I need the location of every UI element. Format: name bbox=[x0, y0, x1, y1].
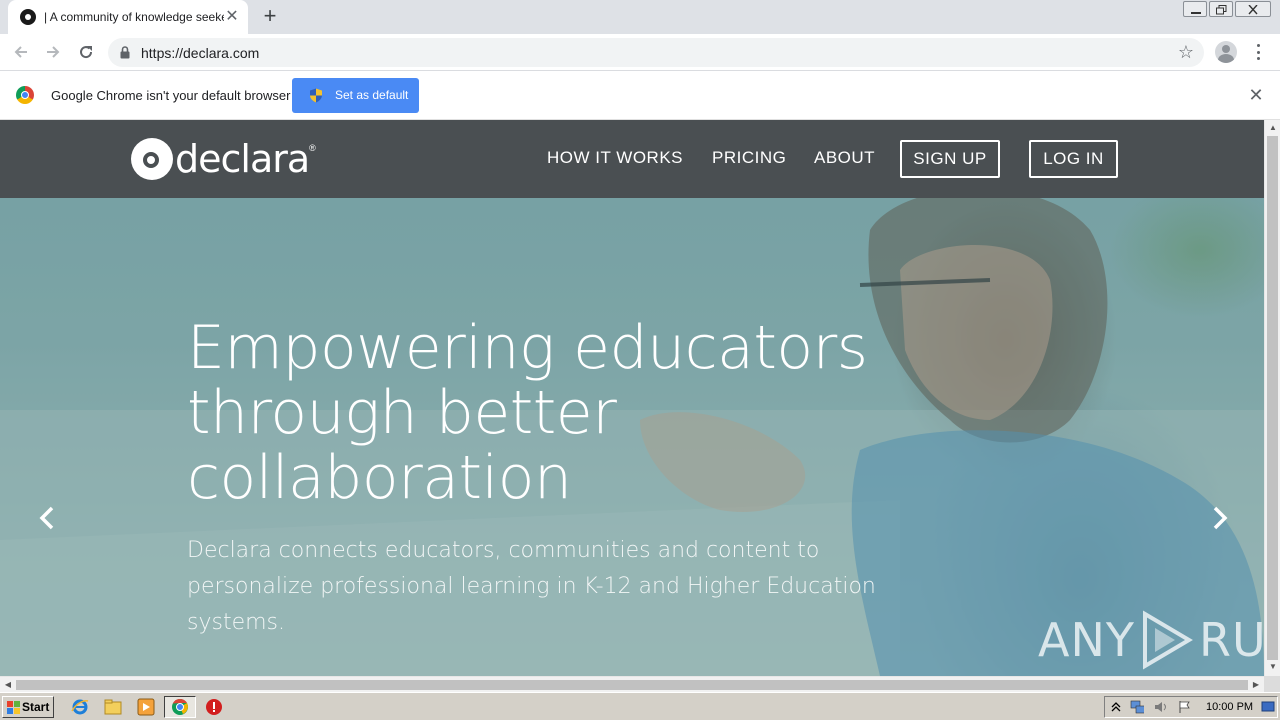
tab-strip: | A community of knowledge seekers ✕ + bbox=[0, 0, 1280, 34]
nav-pricing[interactable]: PRICING bbox=[712, 148, 786, 168]
windows-flag-icon bbox=[7, 701, 20, 714]
play-triangle-icon bbox=[1142, 610, 1193, 670]
forward-button[interactable] bbox=[41, 40, 65, 64]
browser-toolbar: https://declara.com ☆ bbox=[0, 34, 1280, 71]
action-center-flag-icon[interactable] bbox=[1177, 700, 1191, 714]
address-bar[interactable]: https://declara.com ☆ bbox=[108, 38, 1204, 67]
taskbar-clock[interactable]: 10:00 PM bbox=[1206, 701, 1253, 713]
back-arrow-icon bbox=[14, 46, 27, 58]
logo-wordmark: declara bbox=[175, 137, 310, 181]
antivirus-stop-icon[interactable] bbox=[205, 698, 223, 716]
internet-explorer-icon[interactable] bbox=[71, 698, 89, 716]
chrome-logo-icon bbox=[16, 86, 34, 104]
close-icon bbox=[1248, 5, 1258, 15]
chrome-taskbar-icon bbox=[172, 698, 188, 715]
restore-icon bbox=[1216, 5, 1227, 15]
horizontal-scrollbar[interactable]: ◀ ▶ bbox=[0, 676, 1264, 692]
forward-arrow-icon bbox=[47, 46, 60, 58]
scroll-left-arrow-icon[interactable]: ◀ bbox=[3, 680, 13, 690]
anyrun-watermark: ANY RUN bbox=[1038, 610, 1264, 670]
horizontal-scroll-thumb[interactable] bbox=[16, 680, 1248, 690]
back-button[interactable] bbox=[9, 40, 33, 64]
vertical-scrollbar[interactable]: ▲ ▼ bbox=[1264, 120, 1280, 676]
infobar-close-icon[interactable]: ✕ bbox=[1248, 86, 1264, 104]
declara-favicon-icon bbox=[20, 9, 36, 25]
system-tray: 10:00 PM bbox=[1104, 696, 1278, 718]
new-tab-button[interactable]: + bbox=[258, 5, 282, 29]
log-in-button[interactable]: LOG IN bbox=[1029, 140, 1118, 178]
url-text[interactable]: https://declara.com bbox=[141, 45, 259, 61]
hero-headline: Empowering educators through better coll… bbox=[187, 316, 887, 511]
windows-taskbar: Start 10:00 PM bbox=[0, 692, 1280, 720]
lock-icon bbox=[120, 46, 130, 59]
headline-line: Empowering educators bbox=[187, 313, 868, 383]
uac-shield-icon bbox=[310, 88, 322, 103]
sign-up-button[interactable]: SIGN UP bbox=[900, 140, 1000, 178]
declara-logo-mark-icon bbox=[131, 138, 173, 180]
minimize-icon bbox=[1191, 12, 1201, 14]
set-as-default-label: Set as default bbox=[335, 88, 409, 102]
scroll-up-arrow-icon[interactable]: ▲ bbox=[1268, 123, 1278, 133]
scroll-down-arrow-icon[interactable]: ▼ bbox=[1268, 662, 1278, 672]
scroll-right-arrow-icon[interactable]: ▶ bbox=[1251, 680, 1261, 690]
restore-button[interactable] bbox=[1209, 1, 1233, 17]
window-close-button[interactable] bbox=[1235, 1, 1271, 17]
screen: | A community of knowledge seekers ✕ + h… bbox=[0, 0, 1280, 720]
site-navbar: declara ® HOW IT WORKS PRICING ABOUT SIG… bbox=[0, 120, 1264, 198]
set-as-default-button[interactable]: Set as default bbox=[292, 78, 419, 113]
volume-speaker-icon[interactable] bbox=[1153, 700, 1167, 714]
tab-title: | A community of knowledge seekers bbox=[44, 10, 224, 24]
scrollbar-corner bbox=[1264, 676, 1280, 692]
browser-tab[interactable]: | A community of knowledge seekers ✕ bbox=[8, 0, 248, 34]
watermark-right-text: RUN bbox=[1198, 613, 1264, 667]
infobar-message: Google Chrome isn't your default browser bbox=[51, 88, 291, 103]
chrome-menu-icon[interactable] bbox=[1250, 42, 1266, 62]
reload-icon bbox=[80, 46, 93, 59]
logo-registered-mark: ® bbox=[309, 143, 316, 153]
show-hidden-icons-chevron-icon[interactable] bbox=[1111, 700, 1125, 714]
page-viewport: declara ® HOW IT WORKS PRICING ABOUT SIG… bbox=[0, 120, 1264, 676]
vertical-scroll-thumb[interactable] bbox=[1267, 136, 1278, 660]
start-button[interactable]: Start bbox=[2, 696, 54, 718]
hero-subtext: Declara connects educators, communities … bbox=[187, 538, 876, 635]
reload-button[interactable] bbox=[74, 40, 98, 64]
profile-avatar-icon[interactable] bbox=[1215, 41, 1237, 63]
carousel-prev-chevron-icon[interactable] bbox=[36, 504, 60, 534]
media-player-icon[interactable] bbox=[137, 698, 155, 716]
bookmark-star-icon[interactable]: ☆ bbox=[1178, 43, 1194, 61]
nav-how-it-works[interactable]: HOW IT WORKS bbox=[547, 148, 683, 168]
carousel-next-chevron-icon[interactable] bbox=[1208, 504, 1232, 534]
default-browser-infobar: Google Chrome isn't your default browser… bbox=[0, 71, 1280, 120]
taskbar-chrome-button[interactable] bbox=[164, 696, 196, 718]
nav-about[interactable]: ABOUT bbox=[814, 148, 875, 168]
show-desktop-icon[interactable] bbox=[1261, 700, 1275, 714]
file-explorer-folder-icon[interactable] bbox=[104, 698, 122, 716]
minimize-button[interactable] bbox=[1183, 1, 1207, 17]
declara-logo[interactable]: declara ® bbox=[131, 137, 316, 181]
network-icon[interactable] bbox=[1130, 700, 1144, 714]
watermark-left-text: ANY bbox=[1038, 613, 1135, 667]
headline-line: through better bbox=[187, 378, 617, 448]
tab-close-icon[interactable]: ✕ bbox=[224, 9, 240, 25]
headline-line: collaboration bbox=[187, 443, 572, 513]
start-label: Start bbox=[22, 700, 50, 714]
